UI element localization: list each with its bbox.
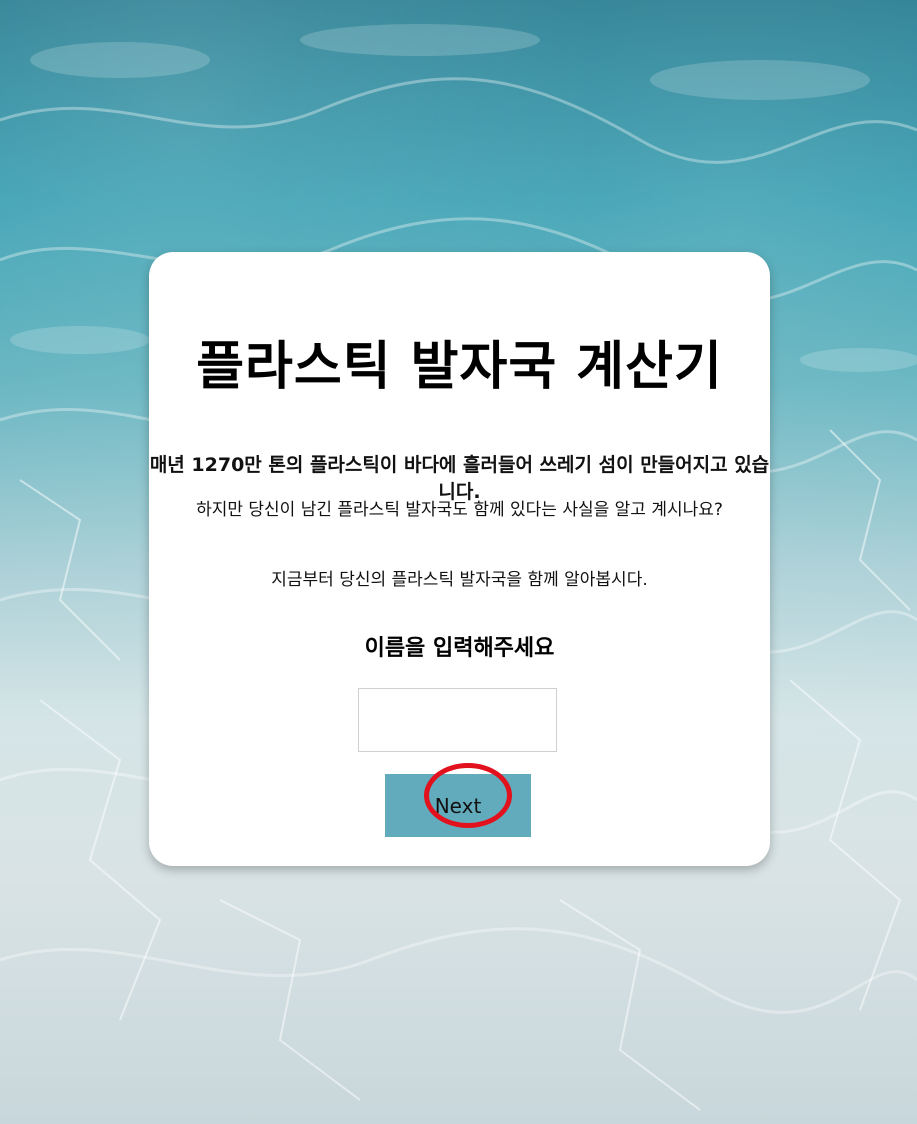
page-background: 플라스틱 발자국 계산기 매년 1270만 톤의 플라스틱이 바다에 흘러들어 … [0,0,917,1124]
name-label: 이름을 입력해주세요 [364,636,555,661]
next-button[interactable]: Next [385,774,531,837]
intro-text-line2: 하지만 당신이 남긴 플라스틱 발자국도 함께 있다는 사실을 알고 계시나요? [196,500,723,520]
intro-text-line3: 지금부터 당신의 플라스틱 발자국을 함께 알아봅시다. [271,570,648,590]
calculator-card: 플라스틱 발자국 계산기 매년 1270만 톤의 플라스틱이 바다에 흘러들어 … [149,252,770,866]
name-input[interactable] [358,688,557,752]
page-title: 플라스틱 발자국 계산기 [196,337,723,397]
